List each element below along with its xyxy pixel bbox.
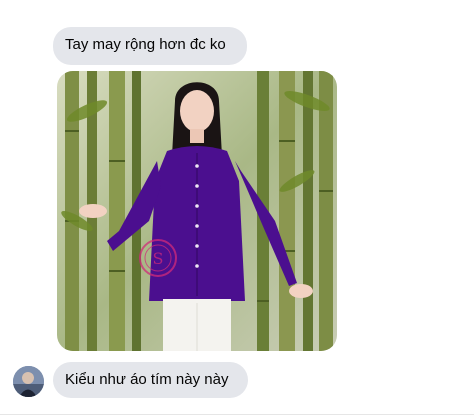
- user-avatar-icon[interactable]: [13, 366, 44, 397]
- svg-text:S: S: [153, 249, 164, 268]
- avatar-image: [13, 366, 44, 397]
- message-bubble[interactable]: Tay may rộng hơn đc ko: [53, 27, 247, 65]
- divider: [0, 414, 474, 415]
- message-bubble[interactable]: Kiểu như áo tím này này: [53, 362, 248, 398]
- message-image[interactable]: S: [57, 71, 337, 351]
- message-text: Kiểu như áo tím này này: [65, 371, 229, 388]
- watermark-logo: S: [139, 239, 177, 277]
- photo-illustration: S: [57, 71, 337, 351]
- message-text: Tay may rộng hơn đc ko: [65, 36, 226, 53]
